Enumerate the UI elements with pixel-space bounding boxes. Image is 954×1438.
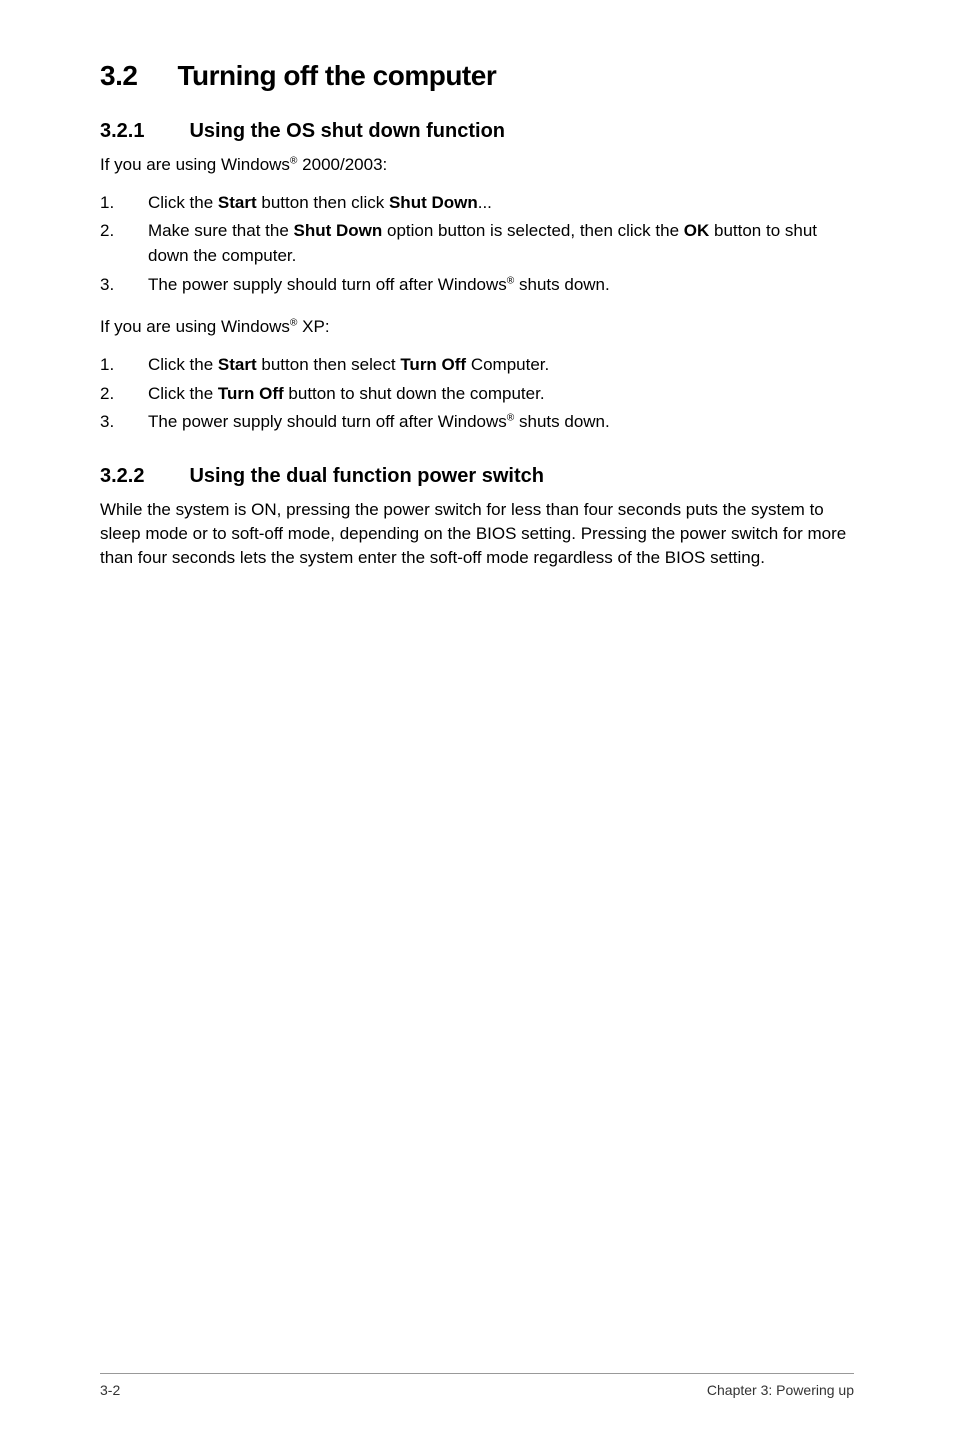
list-item: The power supply should turn off after W… [100,410,854,435]
list-item: Make sure that the Shut Down option butt… [100,219,854,268]
chapter-label: Chapter 3: Powering up [707,1382,854,1398]
body-paragraph: While the system is ON, pressing the pow… [100,498,854,569]
list-item: Click the Start button then click Shut D… [100,191,854,216]
section-3-2-1: 3.2.1 Using the OS shut down function If … [100,120,854,435]
page-number: 3-2 [100,1382,120,1398]
subsection-title: Using the OS shut down function [189,120,505,142]
list-item: Click the Turn Off button to shut down t… [100,382,854,407]
steps-list-2000: Click the Start button then click Shut D… [100,191,854,298]
intro-text-2000: If you are using Windows® 2000/2003: [100,153,854,177]
page-content: 3.2 Turning off the computer 3.2.1 Using t… [100,60,854,1373]
subsection-number: 3.2.1 [100,120,144,143]
heading-number: 3.2 [100,60,137,92]
list-item: The power supply should turn off after W… [100,273,854,298]
subsection-title: Using the dual function power switch [189,465,543,487]
subsection-number: 3.2.2 [100,465,144,488]
main-heading: 3.2 Turning off the computer [100,60,854,92]
subsection-heading: 3.2.2 Using the dual function power switc… [100,465,854,488]
steps-list-xp: Click the Start button then select Turn … [100,353,854,435]
intro-text-xp: If you are using Windows® XP: [100,315,854,339]
subsection-heading: 3.2.1 Using the OS shut down function [100,120,854,143]
page-footer: 3-2 Chapter 3: Powering up [100,1373,854,1398]
heading-title: Turning off the computer [177,60,496,91]
section-3-2-2: 3.2.2 Using the dual function power switc… [100,465,854,569]
list-item: Click the Start button then select Turn … [100,353,854,378]
